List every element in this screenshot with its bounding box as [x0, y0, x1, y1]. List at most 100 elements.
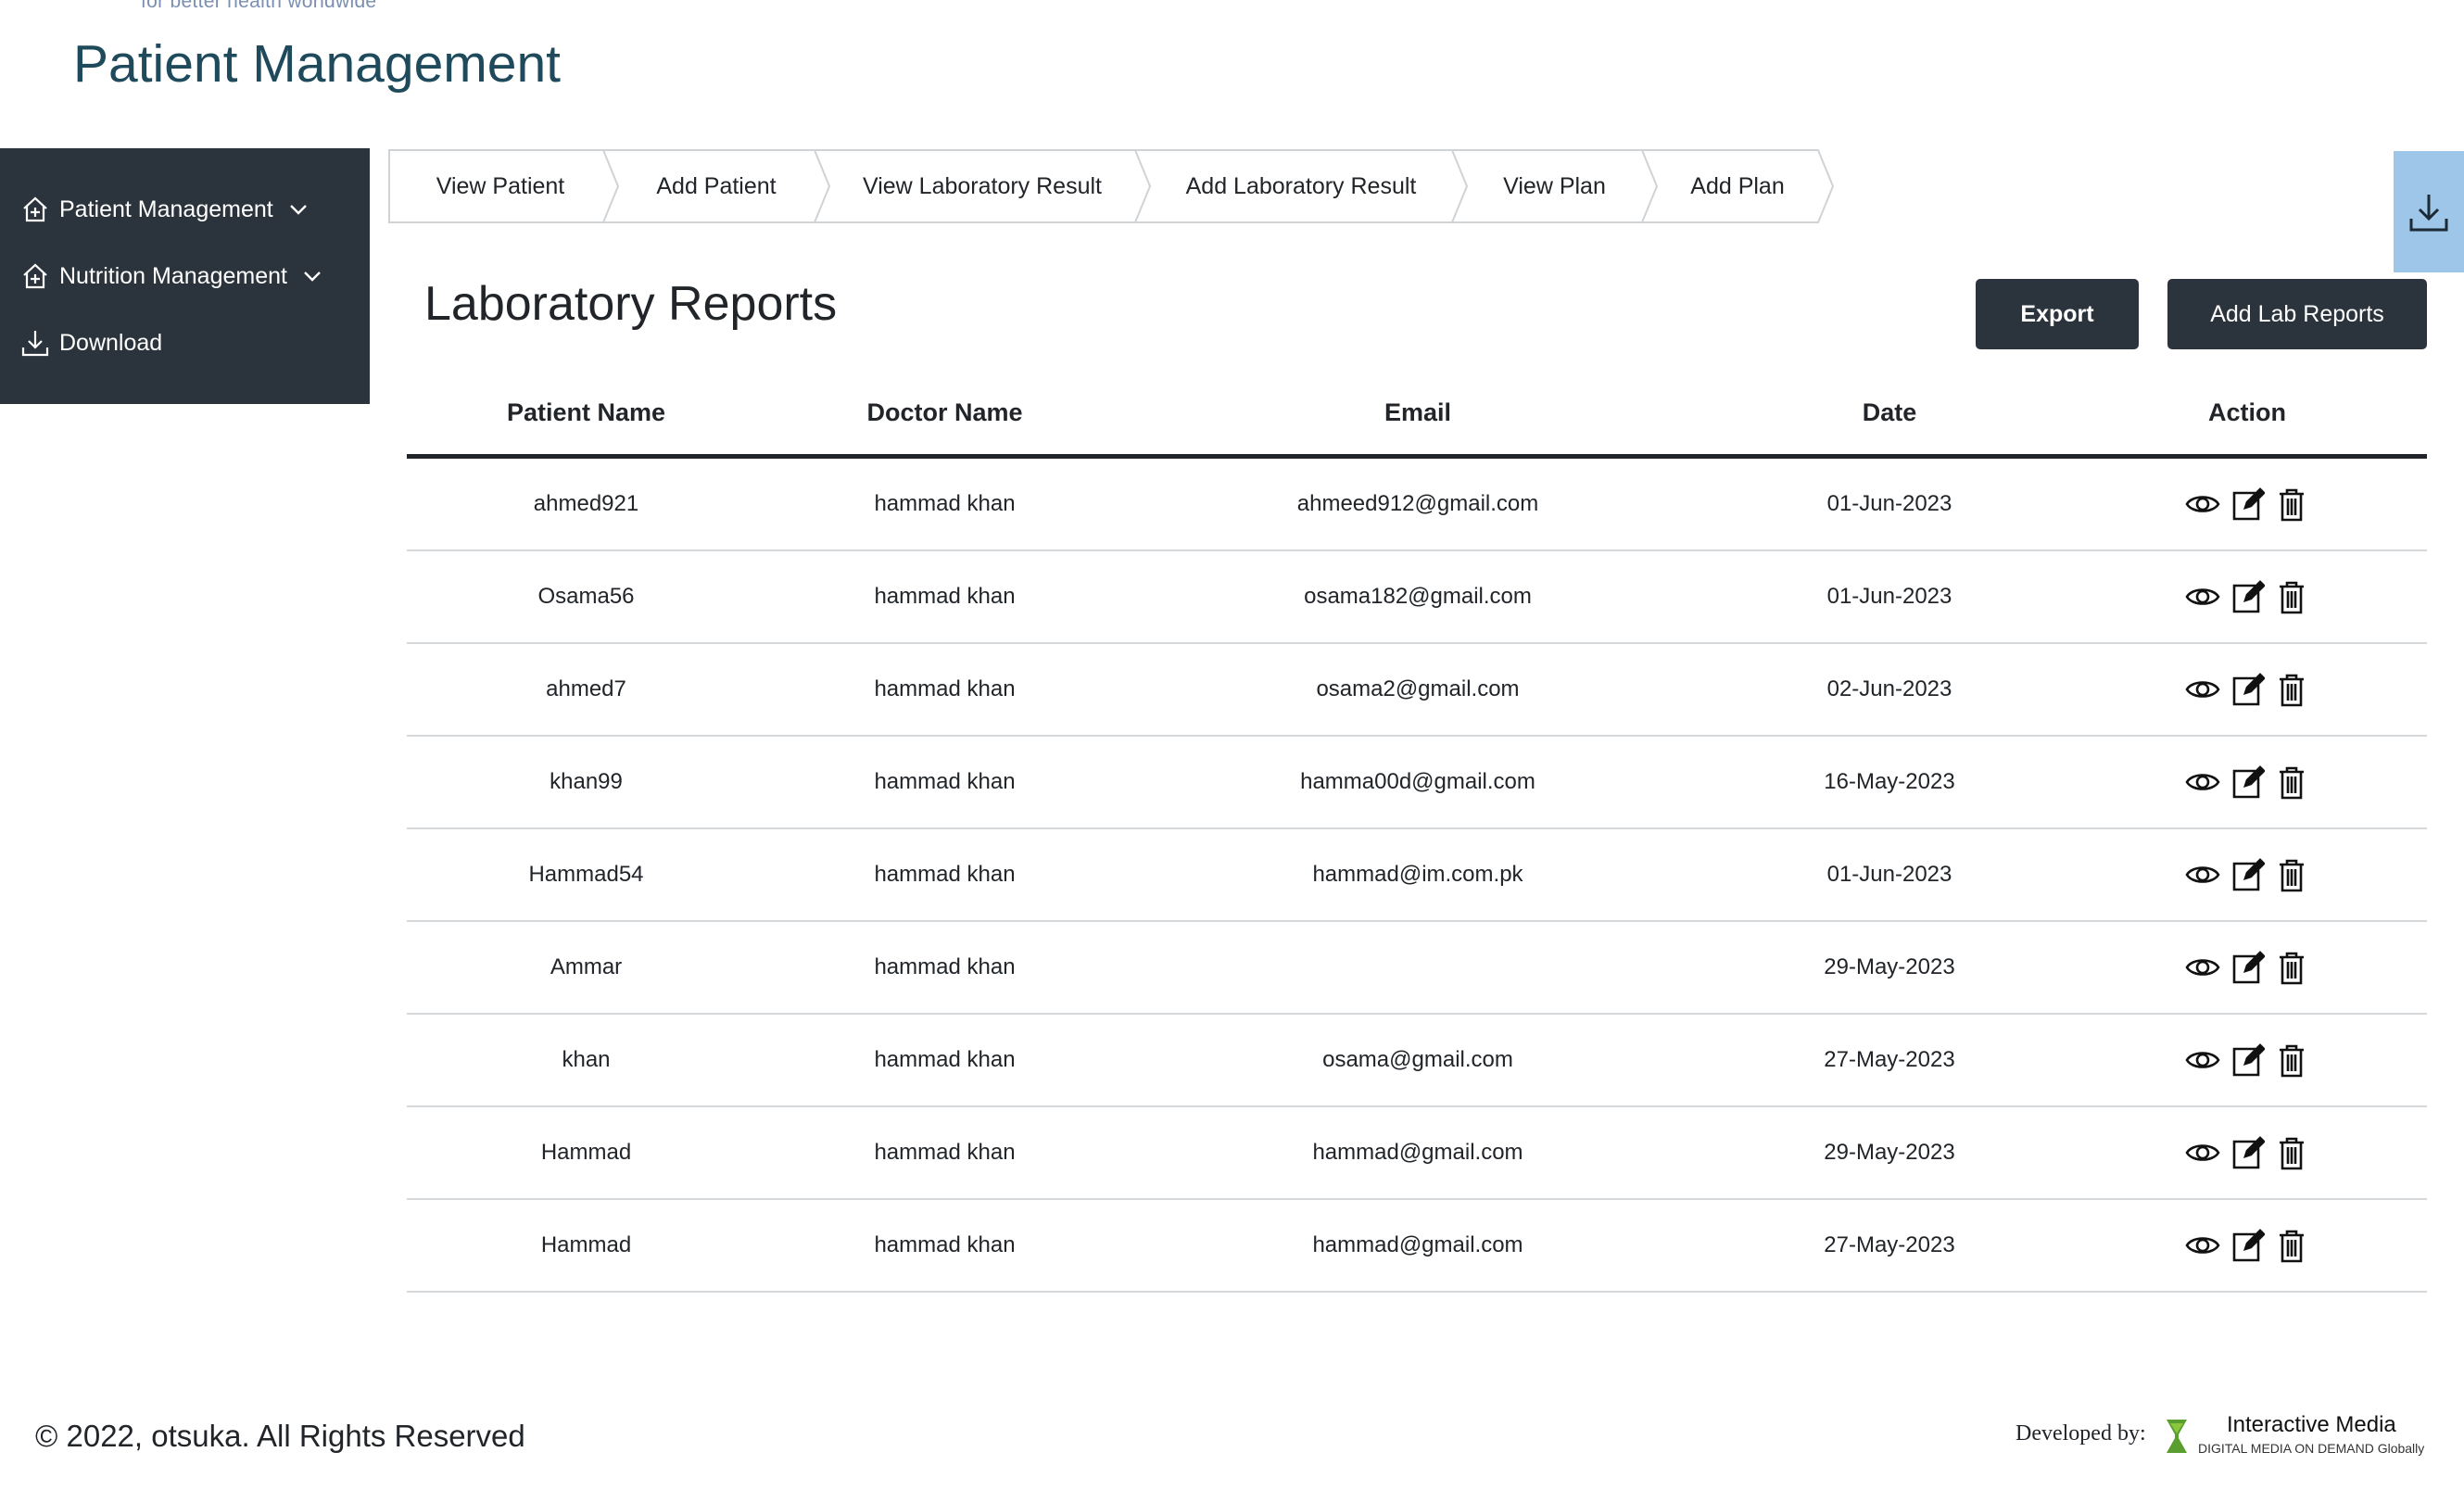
- house-plus-icon: [23, 263, 47, 289]
- column-header-doctor-name: Doctor Name: [866, 398, 1023, 426]
- table-header: Patient Name Doctor Name Email Date Acti…: [407, 371, 2427, 459]
- column-header-date: Date: [1862, 398, 1917, 426]
- add-lab-reports-button[interactable]: Add Lab Reports: [2167, 279, 2427, 349]
- column-header-patient-name: Patient Name: [506, 398, 666, 426]
- sidebar-item-patient-management[interactable]: Patient Management: [0, 176, 370, 243]
- cell-email: hammad@im.com.pk: [1312, 862, 1523, 887]
- breadcrumb-add-plan[interactable]: Add Plan: [1657, 149, 1818, 223]
- eye-icon[interactable]: [2184, 764, 2221, 801]
- section-title: Laboratory Reports: [424, 277, 838, 331]
- edit-icon[interactable]: [2229, 578, 2266, 615]
- cell-email: osama2@gmail.com: [1316, 676, 1520, 701]
- export-button[interactable]: Export: [1976, 279, 2139, 349]
- table-row: khan99 hammad khan hamma00d@gmail.com 16-Ma…: [407, 737, 2427, 829]
- sidebar-item-nutrition-management[interactable]: Nutrition Management: [0, 243, 370, 309]
- edit-icon[interactable]: [2229, 486, 2266, 523]
- cell-date: 01-Jun-2023: [1826, 584, 1952, 609]
- eye-icon[interactable]: [2184, 949, 2221, 986]
- eye-icon[interactable]: [2184, 1134, 2221, 1171]
- cell-action: [2067, 737, 2427, 827]
- eye-icon[interactable]: [2184, 1042, 2221, 1079]
- eye-icon[interactable]: [2184, 1227, 2221, 1264]
- trash-icon[interactable]: [2273, 486, 2310, 523]
- sidebar-item-label: Nutrition Management: [59, 262, 287, 289]
- trash-icon[interactable]: [2273, 578, 2310, 615]
- trash-icon[interactable]: [2273, 949, 2310, 986]
- cell-patient-name: khan: [562, 1047, 611, 1072]
- table-row: Ammar hammad khan 29-May-2023: [407, 922, 2427, 1015]
- cell-action: [2067, 1015, 2427, 1105]
- edit-icon[interactable]: [2229, 856, 2266, 893]
- cell-doctor-name: hammad khan: [874, 862, 1016, 887]
- cell-patient-name: ahmed7: [546, 676, 626, 701]
- edit-icon[interactable]: [2229, 949, 2266, 986]
- column-header-email: Email: [1384, 398, 1452, 426]
- cell-date: 01-Jun-2023: [1826, 491, 1952, 516]
- edit-icon[interactable]: [2229, 671, 2266, 708]
- chevron-down-icon: [289, 205, 307, 215]
- sidebar: Patient Management Nutrition Management …: [0, 148, 370, 404]
- cell-email: hammad@gmail.com: [1312, 1140, 1523, 1165]
- table-body: ahmed921 hammad khan ahmeed912@gmail.com 01…: [407, 459, 2427, 1293]
- cell-action: [2067, 551, 2427, 642]
- eye-icon[interactable]: [2184, 486, 2221, 523]
- footer-copyright: © 2022, otsuka. All Rights Reserved: [35, 1419, 525, 1453]
- cell-date: 29-May-2023: [1824, 954, 1955, 979]
- download-icon: [2409, 194, 2448, 231]
- edit-icon[interactable]: [2229, 1227, 2266, 1264]
- cell-doctor-name: hammad khan: [874, 1047, 1016, 1072]
- breadcrumb-view-plan[interactable]: View Plan: [1467, 149, 1642, 223]
- eye-icon[interactable]: [2184, 856, 2221, 893]
- breadcrumb-add-patient[interactable]: Add Patient: [618, 149, 815, 223]
- cell-doctor-name: hammad khan: [874, 584, 1016, 609]
- breadcrumb-view-patient[interactable]: View Patient: [398, 149, 603, 223]
- interactive-media-logo-icon: [2167, 1420, 2187, 1453]
- eye-icon[interactable]: [2184, 578, 2221, 615]
- trash-icon[interactable]: [2273, 671, 2310, 708]
- trash-icon[interactable]: [2273, 1227, 2310, 1264]
- table-row: Hammad hammad khan hammad@gmail.com 27-May-…: [407, 1200, 2427, 1293]
- cell-doctor-name: hammad khan: [874, 491, 1016, 516]
- cell-action: [2067, 1200, 2427, 1291]
- table-row: Osama56 hammad khan osama182@gmail.com 01-J…: [407, 551, 2427, 644]
- cell-action: [2067, 829, 2427, 920]
- table-row: Hammad hammad khan hammad@gmail.com 29-May-…: [407, 1107, 2427, 1200]
- breadcrumb-add-laboratory-result[interactable]: Add Laboratory Result: [1150, 149, 1452, 223]
- cell-patient-name: khan99: [550, 769, 623, 794]
- chevron-down-icon: [304, 271, 321, 282]
- breadcrumb-view-laboratory-result[interactable]: View Laboratory Result: [829, 149, 1135, 223]
- cell-patient-name: Hammad: [540, 1232, 632, 1257]
- house-plus-icon: [23, 196, 47, 222]
- cell-date: 29-May-2023: [1824, 1140, 1955, 1165]
- cell-date: 01-Jun-2023: [1826, 862, 1952, 887]
- cell-email: ahmeed912@gmail.com: [1296, 491, 1539, 516]
- cell-email: [1124, 922, 1712, 1013]
- footer-developed-by: Developed by:: [2015, 1421, 2146, 1446]
- cell-action: [2067, 644, 2427, 735]
- cell-action: [2067, 922, 2427, 1013]
- table-row: ahmed7 hammad khan osama2@gmail.com 02-Jun-…: [407, 644, 2427, 737]
- table-row: Hammad54 hammad khan hammad@im.com.pk 01-Ju…: [407, 829, 2427, 922]
- edit-icon[interactable]: [2229, 1134, 2266, 1171]
- trash-icon[interactable]: [2273, 764, 2310, 801]
- cell-email: hammad@gmail.com: [1312, 1232, 1523, 1257]
- cell-doctor-name: hammad khan: [874, 1232, 1016, 1257]
- cell-patient-name: Hammad54: [528, 862, 644, 887]
- cell-patient-name: Osama56: [537, 584, 635, 609]
- table-row: khan hammad khan osama@gmail.com 27-May-202…: [407, 1015, 2427, 1107]
- trash-icon[interactable]: [2273, 856, 2310, 893]
- download-fab-button[interactable]: [2394, 151, 2464, 272]
- cell-doctor-name: hammad khan: [874, 954, 1016, 979]
- edit-icon[interactable]: [2229, 1042, 2266, 1079]
- edit-icon[interactable]: [2229, 764, 2266, 801]
- trash-icon[interactable]: [2273, 1042, 2310, 1079]
- logo-tagline: for better health worldwide: [141, 0, 377, 12]
- lab-reports-table: Patient Name Doctor Name Email Date Acti…: [407, 371, 2427, 1293]
- cell-date: 16-May-2023: [1824, 769, 1955, 794]
- cell-date: 02-Jun-2023: [1826, 676, 1952, 701]
- cell-email: osama@gmail.com: [1322, 1047, 1513, 1072]
- download-icon: [21, 331, 49, 357]
- eye-icon[interactable]: [2184, 671, 2221, 708]
- sidebar-item-download[interactable]: Download: [0, 309, 370, 376]
- trash-icon[interactable]: [2273, 1134, 2310, 1171]
